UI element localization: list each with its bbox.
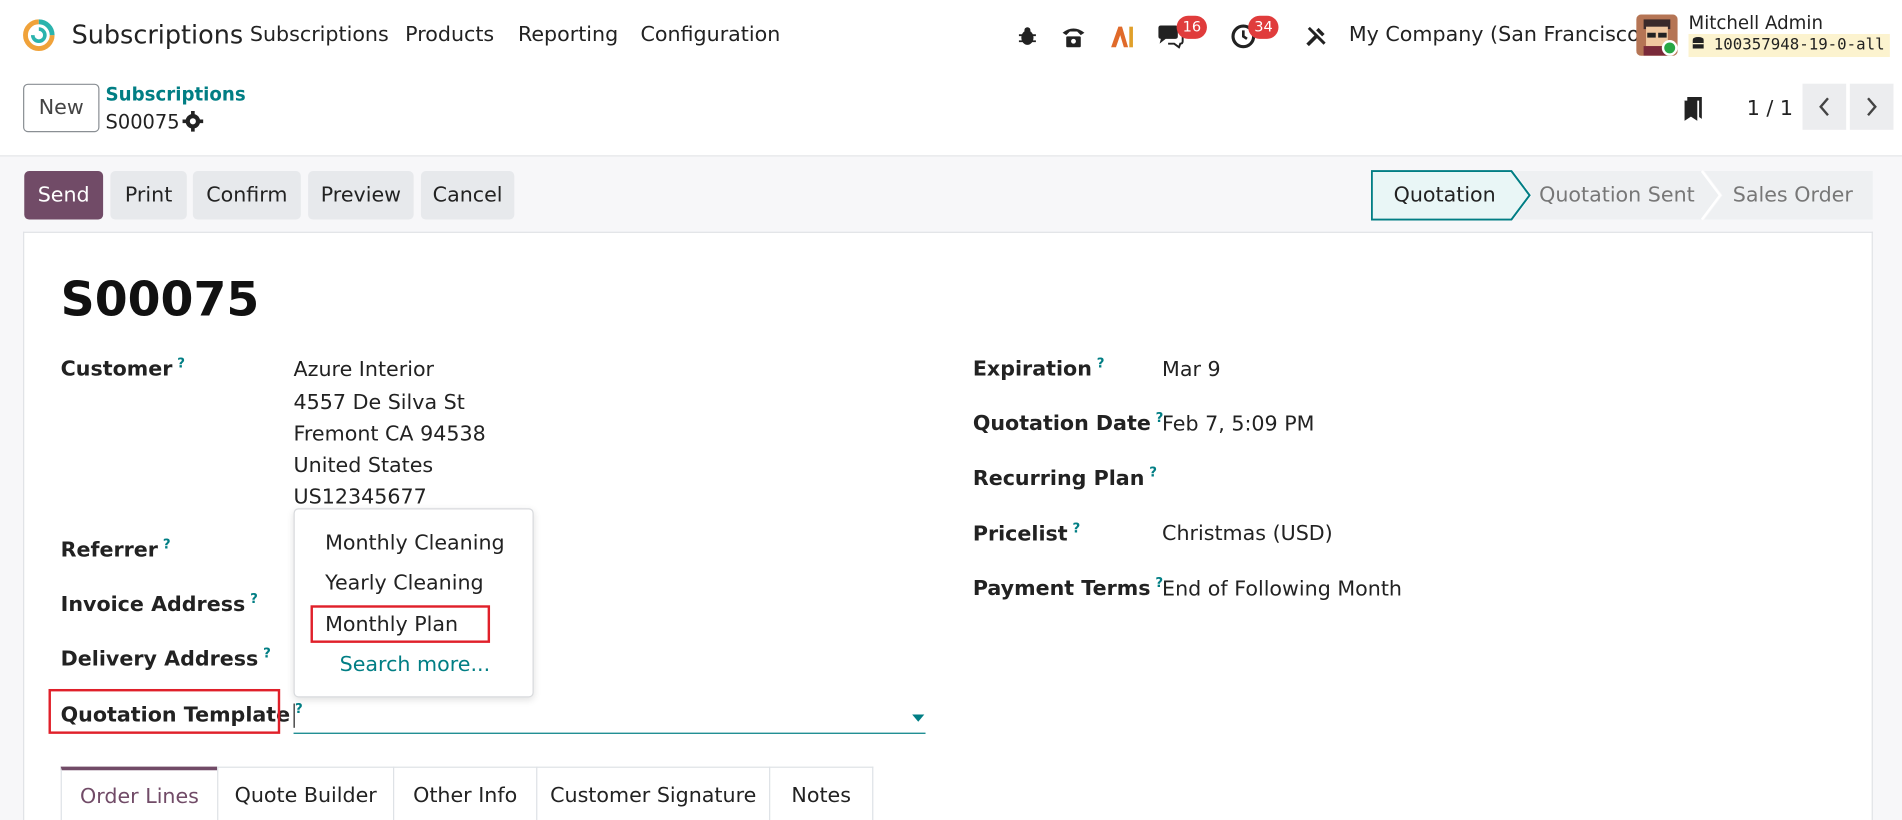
help-icon[interactable]: ? <box>163 536 171 552</box>
customer-label: Customer? <box>60 355 186 382</box>
recurring-plan-label: Recurring Plan? <box>972 464 1158 491</box>
chevron-right-icon <box>1867 97 1877 117</box>
pricelist-label: Pricelist? <box>972 520 1081 547</box>
phone-icon[interactable] <box>1059 22 1088 51</box>
record-title: S00075 <box>60 272 260 328</box>
bookmark-icon[interactable] <box>1680 95 1707 124</box>
help-icon[interactable]: ? <box>263 645 271 661</box>
payment-terms-value[interactable]: End of Following Month <box>1162 577 1402 601</box>
quotation-template-input[interactable] <box>293 702 926 734</box>
menu-reporting[interactable]: Reporting <box>518 23 618 47</box>
menu-configuration[interactable]: Configuration <box>640 23 780 47</box>
customer-city: Fremont CA 94538 <box>293 422 486 447</box>
menu-products[interactable]: Products <box>405 23 494 47</box>
app-name[interactable]: Subscriptions <box>72 21 244 50</box>
monthly-plan-highlight <box>310 605 491 643</box>
stage-sales-order[interactable]: Sales Order <box>1715 170 1870 220</box>
chevron-left-icon <box>1819 97 1829 117</box>
tab-order-lines[interactable]: Order Lines <box>60 766 219 820</box>
payment-terms-label: Payment Terms? <box>972 574 1164 602</box>
text-caret <box>293 703 295 728</box>
help-icon[interactable]: ? <box>250 591 258 607</box>
customer-country: United States <box>293 453 434 478</box>
stage-quotation[interactable]: Quotation <box>1372 170 1518 220</box>
help-icon[interactable]: ? <box>177 355 185 371</box>
help-icon[interactable]: ? <box>1097 355 1105 371</box>
new-button[interactable]: New <box>23 83 100 133</box>
debug-bug-icon[interactable] <box>1013 22 1042 51</box>
user-name[interactable]: Mitchell Admin <box>1688 12 1823 34</box>
dropdown-option-monthly-cleaning[interactable]: Monthly Cleaning <box>325 531 505 555</box>
company-switcher[interactable]: My Company (San Francisco) <box>1349 23 1648 47</box>
help-icon[interactable]: ? <box>1149 465 1157 481</box>
quotation-template-label-highlight <box>48 688 281 734</box>
top-navbar: Subscriptions Subscriptions Products Rep… <box>0 0 1902 73</box>
dropdown-arrow-icon[interactable] <box>912 714 925 722</box>
tab-other-info[interactable]: Other Info <box>393 766 538 820</box>
stage-quotation-sent[interactable]: Quotation Sent <box>1526 170 1708 220</box>
online-status-dot <box>1661 40 1678 56</box>
expiration-value[interactable]: Mar 9 <box>1162 358 1221 382</box>
tools-icon[interactable] <box>1302 22 1331 51</box>
pricelist-value[interactable]: Christmas (USD) <box>1162 522 1333 546</box>
pager-next-button[interactable] <box>1849 83 1894 130</box>
database-icon <box>1692 36 1704 49</box>
help-icon[interactable]: ? <box>1073 520 1081 536</box>
customer-street: 4557 De Silva St <box>293 390 465 415</box>
dropdown-option-yearly-cleaning[interactable]: Yearly Cleaning <box>325 571 484 595</box>
database-tag: 100357948-19-0-all <box>1688 33 1890 58</box>
expiration-label: Expiration? <box>972 355 1105 382</box>
messages-badge: 16 <box>1176 15 1208 39</box>
tab-customer-signature[interactable]: Customer Signature <box>536 766 771 820</box>
gear-icon[interactable] <box>182 110 204 132</box>
quotation-date-label: Quotation Date? <box>972 409 1164 437</box>
invoice-address-label: Invoice Address? <box>60 590 258 618</box>
tab-quote-builder[interactable]: Quote Builder <box>217 766 395 820</box>
confirm-button[interactable]: Confirm <box>192 171 301 220</box>
preview-button[interactable]: Preview <box>308 171 414 220</box>
breadcrumb-parent[interactable]: Subscriptions <box>106 84 246 106</box>
customer-vat: US12345677 <box>293 485 427 510</box>
cancel-button[interactable]: Cancel <box>420 171 515 220</box>
database-name: 100357948-19-0-all <box>1713 36 1885 55</box>
menu-subscriptions[interactable]: Subscriptions <box>250 23 389 47</box>
activities-badge: 34 <box>1248 15 1279 39</box>
send-button[interactable]: Send <box>24 171 104 220</box>
dropdown-search-more[interactable]: Search more... <box>340 653 490 677</box>
tab-notes[interactable]: Notes <box>769 766 874 820</box>
pager-previous-button[interactable] <box>1802 83 1847 130</box>
subscriptions-app-icon[interactable] <box>22 18 56 52</box>
breadcrumb-current: S00075 <box>105 110 180 134</box>
referrer-label: Referrer? <box>60 536 171 563</box>
ai-icon[interactable] <box>1107 22 1136 51</box>
quotation-date-value[interactable]: Feb 7, 5:09 PM <box>1162 412 1314 436</box>
pager-value[interactable]: 1 / 1 <box>1747 97 1793 121</box>
delivery-address-label: Delivery Address? <box>60 645 271 672</box>
print-button[interactable]: Print <box>110 171 187 220</box>
customer-name[interactable]: Azure Interior <box>294 358 434 382</box>
